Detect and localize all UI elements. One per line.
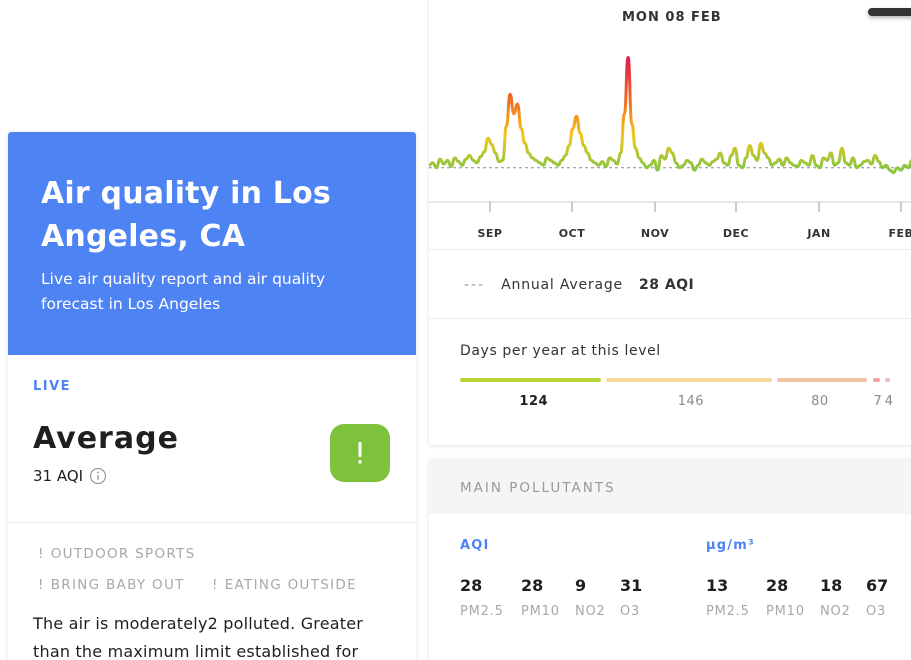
pollutant-aqi-value: 31 [620, 576, 643, 595]
pollutant-name: PM10 [521, 604, 560, 619]
aqi-history-chart[interactable]: SEP OCT NOV DEC JAN FEB [429, 0, 911, 245]
pollutant-concentration-value: 18 [820, 576, 843, 595]
page-title: Air quality in Los Angeles, CA [41, 176, 331, 254]
pollutant-name: NO2 [820, 604, 851, 619]
month-tick-label: SEP [478, 227, 503, 240]
pollutant-name: PM10 [766, 604, 805, 619]
recommendation-outdoor-sports: ! OUTDOOR SPORTS [38, 546, 196, 562]
days-level-count: 7 [873, 394, 883, 409]
aqi-series-line [429, 55, 911, 175]
divider [429, 249, 911, 250]
aqi-value: 31 AQI [33, 467, 84, 485]
days-level-bar [776, 378, 868, 382]
hero-banner: Air quality in Los Angeles, CA Live air … [8, 132, 416, 355]
warning-icon: ! [212, 577, 219, 593]
month-tick-label: NOV [641, 227, 669, 240]
pollutant-concentration-value: 67 [866, 576, 889, 595]
days-level-count: 146 [677, 394, 705, 409]
days-level-bar [605, 378, 772, 382]
pollutant-name: O3 [866, 604, 887, 619]
month-tick-label: JAN [806, 227, 830, 240]
divider [429, 318, 911, 319]
info-icon[interactable] [89, 467, 107, 485]
days-level-bar [872, 378, 881, 382]
exclamation-icon [330, 424, 390, 482]
aqi-level-title: Average [33, 421, 179, 456]
month-tick-label: DEC [723, 227, 749, 240]
pollutant-aqi-value: 28 [521, 576, 544, 595]
days-level-count: 4 [884, 394, 894, 409]
pollutants-header: MAIN POLLUTANTS [429, 459, 911, 514]
pollutant-name: PM2.5 [706, 604, 750, 619]
average-dash-icon: --- [464, 277, 486, 293]
pollutant-concentration-value: 28 [766, 576, 789, 595]
recommendation-label: BRING BABY OUT [50, 577, 185, 593]
aqi-unit-label: AQI [460, 538, 490, 553]
main-pollutants-card: MAIN POLLUTANTS AQI μg/m³ 28 28 9 31 PM2… [429, 459, 911, 660]
recommendation-eating-outside: ! EATING OUTSIDE [212, 577, 357, 593]
warning-icon: ! [38, 546, 45, 562]
annual-average-value: 28 AQI [638, 277, 695, 293]
days-level-count: 80 [811, 394, 829, 409]
air-quality-description: The air is moderately2 polluted. Greater… [33, 614, 364, 660]
month-tick-label: FEB [889, 227, 911, 240]
pollutant-name: NO2 [575, 604, 606, 619]
divider [8, 522, 416, 523]
annual-average-label: Annual Average [501, 277, 623, 293]
recommendation-bring-baby-out: ! BRING BABY OUT [38, 577, 185, 593]
warning-icon: ! [38, 577, 45, 593]
live-label: LIVE [33, 379, 72, 394]
page-subtitle: Live air quality report and air quality … [41, 270, 326, 313]
recommendation-label: EATING OUTSIDE [224, 577, 357, 593]
window-handle [868, 8, 911, 16]
recommendation-label: OUTDOOR SPORTS [50, 546, 196, 562]
annual-average-row: --- Annual Average 28 AQI [464, 277, 694, 293]
pollutant-aqi-value: 9 [575, 576, 587, 595]
history-chart-card: MON 08 FEB SEP OCT NOV DEC JAN FEB --- Annual… [429, 0, 911, 445]
pollutant-name: PM2.5 [460, 604, 504, 619]
days-level-count: 124 [519, 394, 549, 409]
month-tick-label: OCT [559, 227, 585, 240]
concentration-unit-label: μg/m³ [706, 538, 755, 553]
days-level-bar [885, 378, 890, 382]
pollutant-name: O3 [620, 604, 641, 619]
city-summary-card: Air quality in Los Angeles, CA Live air … [8, 132, 416, 660]
pollutant-aqi-value: 28 [460, 576, 483, 595]
pollutants-title: MAIN POLLUTANTS [460, 480, 616, 496]
pollutant-concentration-value: 13 [706, 576, 729, 595]
exclamation-glyph [358, 442, 362, 464]
days-level-bar [460, 378, 601, 382]
aqi-value-row: 31 AQI [33, 467, 107, 485]
days-per-year-title: Days per year at this level [460, 343, 661, 359]
